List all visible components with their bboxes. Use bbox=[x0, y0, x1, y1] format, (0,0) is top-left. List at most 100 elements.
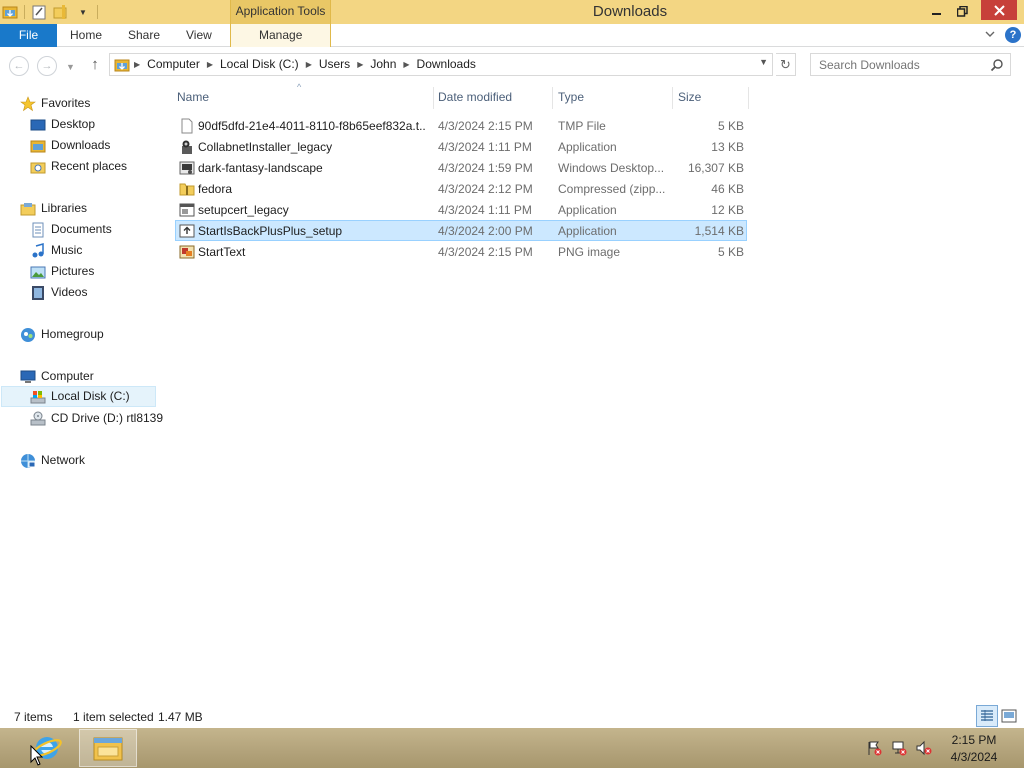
chevron-down-icon bbox=[985, 31, 995, 37]
file-type: Application bbox=[558, 224, 617, 238]
nav-label: Documents bbox=[51, 222, 112, 236]
new-folder-icon[interactable] bbox=[53, 4, 69, 20]
file-size: 13 KB bbox=[711, 140, 744, 154]
nav-computer[interactable]: Computer bbox=[20, 366, 94, 387]
details-view-button[interactable] bbox=[976, 705, 998, 727]
file-type: Application bbox=[558, 203, 617, 217]
homegroup-icon bbox=[21, 327, 35, 342]
nav-documents[interactable]: Documents bbox=[30, 219, 112, 240]
table-row[interactable]: StartText 4/3/2024 2:15 PM PNG image 5 K… bbox=[175, 241, 747, 262]
breadcrumb-separator[interactable]: ▶ bbox=[205, 60, 215, 69]
breadcrumb-separator[interactable]: ▶ bbox=[401, 60, 411, 69]
nav-label: Libraries bbox=[41, 201, 88, 215]
nav-homegroup[interactable]: Homegroup bbox=[20, 324, 104, 345]
computer-icon bbox=[20, 370, 36, 383]
nav-label: Recent places bbox=[51, 159, 128, 173]
search-icon[interactable] bbox=[990, 58, 1004, 72]
address-history-dropdown[interactable]: ▼ bbox=[759, 57, 768, 67]
restore-button[interactable] bbox=[950, 0, 974, 22]
music-icon bbox=[32, 242, 44, 257]
mouse-cursor-icon bbox=[30, 745, 44, 766]
tab-file[interactable]: File bbox=[0, 24, 57, 47]
star-icon bbox=[20, 95, 36, 111]
nav-downloads[interactable]: Downloads bbox=[30, 135, 110, 156]
action-center-flag-icon[interactable] bbox=[866, 740, 882, 756]
file-date: 4/3/2024 2:00 PM bbox=[438, 224, 533, 238]
tab-share[interactable]: Share bbox=[128, 24, 160, 47]
nav-desktop[interactable]: Desktop bbox=[30, 114, 95, 135]
tab-home[interactable]: Home bbox=[70, 24, 102, 47]
file-name: dark-fantasy-landscape bbox=[198, 161, 323, 175]
breadcrumb-computer[interactable]: Computer bbox=[142, 54, 205, 75]
nav-network[interactable]: Network bbox=[20, 450, 85, 471]
breadcrumb-separator[interactable]: ▶ bbox=[304, 60, 314, 69]
search-box[interactable] bbox=[810, 53, 1011, 76]
nav-pictures[interactable]: Pictures bbox=[30, 261, 94, 282]
nav-libraries[interactable]: Libraries bbox=[20, 198, 87, 219]
large-icons-view-button[interactable] bbox=[1001, 708, 1017, 724]
help-button[interactable]: ? bbox=[1005, 27, 1021, 43]
column-header-name[interactable]: Name bbox=[172, 87, 434, 109]
tab-manage[interactable]: Manage bbox=[259, 24, 302, 47]
explorer-app-icon[interactable] bbox=[2, 4, 18, 20]
zip-folder-icon bbox=[179, 183, 195, 196]
breadcrumb-local-disk[interactable]: Local Disk (C:) bbox=[215, 54, 304, 75]
chevron-down-icon: ▼ bbox=[66, 62, 75, 72]
address-bar[interactable]: ▶ Computer ▶ Local Disk (C:) ▶ Users ▶ J… bbox=[109, 53, 773, 76]
file-explorer-icon bbox=[93, 737, 123, 761]
nav-label: Favorites bbox=[41, 96, 91, 110]
tab-view[interactable]: View bbox=[186, 24, 212, 47]
file-size: 46 KB bbox=[711, 182, 744, 196]
table-row[interactable]: setupcert_legacy 4/3/2024 1:11 PM Applic… bbox=[175, 199, 747, 220]
nav-local-disk[interactable]: Local Disk (C:) bbox=[1, 386, 156, 407]
clock-date[interactable]: 4/3/2024 bbox=[940, 750, 1008, 764]
file-explorer-taskbar-button[interactable] bbox=[79, 729, 137, 767]
application-tools-contextual-label: Application Tools bbox=[230, 0, 331, 24]
nav-music[interactable]: Music bbox=[30, 240, 82, 261]
search-input[interactable] bbox=[811, 54, 981, 75]
refresh-button[interactable]: ↻ bbox=[776, 53, 796, 76]
table-row-selected[interactable]: StartIsBackPlusPlus_setup 4/3/2024 2:00 … bbox=[175, 220, 747, 241]
nav-videos[interactable]: Videos bbox=[30, 282, 87, 303]
table-row[interactable]: 90df5dfd-21e4-4011-8110-f8b65eef832a.t..… bbox=[175, 115, 747, 136]
file-type: TMP File bbox=[558, 119, 606, 133]
up-button[interactable]: ↑ bbox=[87, 56, 103, 74]
close-button[interactable] bbox=[981, 0, 1017, 20]
back-button[interactable]: ← bbox=[9, 56, 29, 76]
nav-cd-drive[interactable]: CD Drive (D:) rtl8139 bbox=[30, 408, 163, 429]
theme-icon bbox=[179, 161, 195, 175]
table-row[interactable]: dark-fantasy-landscape 4/3/2024 1:59 PM … bbox=[175, 157, 747, 178]
file-name: CollabnetInstaller_legacy bbox=[198, 140, 333, 154]
breadcrumb-separator[interactable]: ▶ bbox=[355, 60, 365, 69]
title-bar[interactable]: ▼ Application Tools Downloads bbox=[0, 0, 1024, 24]
file-date: 4/3/2024 1:59 PM bbox=[438, 161, 533, 175]
column-header-type[interactable]: Type bbox=[553, 87, 673, 109]
recent-locations-button[interactable]: ▼ bbox=[66, 62, 75, 72]
network-status-icon[interactable] bbox=[891, 740, 907, 756]
nav-recent-places[interactable]: Recent places bbox=[30, 156, 127, 177]
downloads-folder-icon bbox=[30, 140, 46, 152]
forward-button[interactable]: → bbox=[37, 56, 57, 76]
breadcrumb-separator[interactable]: ▶ bbox=[132, 60, 142, 69]
breadcrumb-users[interactable]: Users bbox=[314, 54, 355, 75]
breadcrumb-john[interactable]: John bbox=[365, 54, 401, 75]
explorer-window: ▼ Application Tools Downloads File Home … bbox=[0, 0, 1024, 728]
volume-muted-icon[interactable] bbox=[916, 740, 932, 756]
minimize-button[interactable] bbox=[924, 0, 950, 22]
expand-ribbon-button[interactable] bbox=[984, 28, 998, 42]
videos-icon bbox=[32, 285, 44, 300]
nav-favorites[interactable]: Favorites bbox=[20, 93, 90, 114]
file-date: 4/3/2024 1:11 PM bbox=[438, 140, 532, 154]
clock-time[interactable]: 2:15 PM bbox=[940, 733, 1008, 747]
file-type: Compressed (zipp... bbox=[558, 182, 666, 196]
table-row[interactable]: CollabnetInstaller_legacy 4/3/2024 1:11 … bbox=[175, 136, 747, 157]
breadcrumb-downloads[interactable]: Downloads bbox=[412, 54, 481, 75]
desktop-icon bbox=[30, 119, 46, 130]
taskbar: 2:15 PM 4/3/2024 bbox=[0, 728, 1024, 768]
selection-size: 1.47 MB bbox=[158, 710, 203, 724]
customize-qat-icon[interactable]: ▼ bbox=[75, 4, 91, 20]
table-row[interactable]: fedora 4/3/2024 2:12 PM Compressed (zipp… bbox=[175, 178, 747, 199]
column-header-date-modified[interactable]: Date modified bbox=[433, 87, 553, 109]
properties-icon[interactable] bbox=[31, 4, 47, 20]
column-header-size[interactable]: Size bbox=[673, 87, 749, 109]
